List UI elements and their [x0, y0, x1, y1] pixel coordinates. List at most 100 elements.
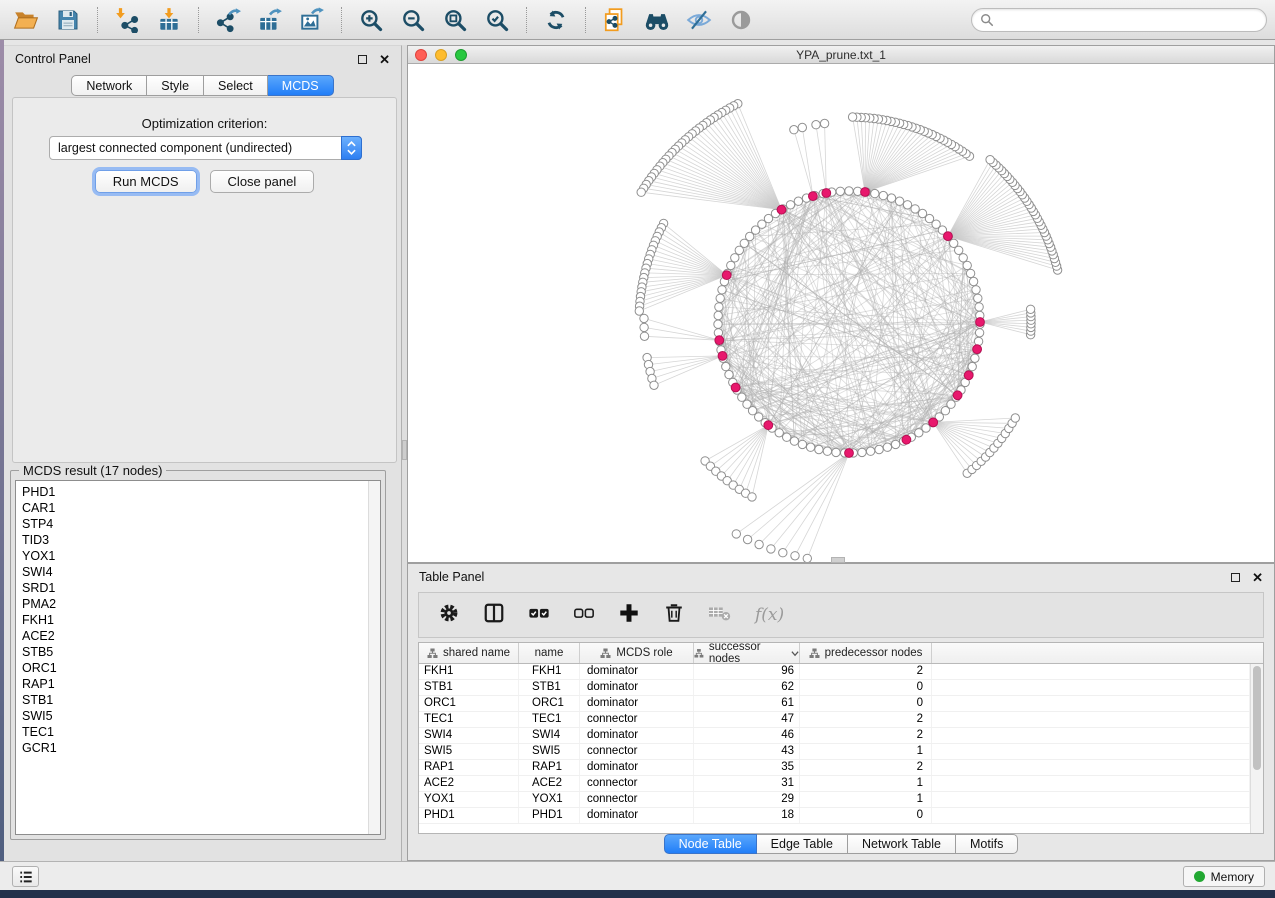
- table-cell-filler: [932, 696, 1250, 711]
- mcds-result-list[interactable]: PHD1CAR1STP4TID3YOX1SWI4SRD1PMA2FKH1ACE2…: [15, 480, 381, 835]
- table-row[interactable]: YOX1YOX1connector291: [419, 792, 1250, 808]
- tab-network[interactable]: Network: [71, 75, 147, 96]
- tab-node-table[interactable]: Node Table: [664, 834, 757, 854]
- zoom-out-button[interactable]: [395, 4, 431, 36]
- maximize-window-button[interactable]: [455, 49, 467, 61]
- control-panel-header: Control Panel ✕: [4, 46, 401, 72]
- memory-status-icon: [1194, 871, 1205, 882]
- network-window-title: YPA_prune.txt_1: [408, 48, 1274, 62]
- export-network-button[interactable]: [210, 4, 246, 36]
- table-row[interactable]: RAP1RAP1dominator352: [419, 760, 1250, 776]
- create-column-button[interactable]: [618, 602, 640, 629]
- network-from-clipboard-button[interactable]: [597, 4, 633, 36]
- table-row[interactable]: ACE2ACE2connector311: [419, 776, 1250, 792]
- export-table-button[interactable]: [252, 4, 288, 36]
- column-header-predecessor-nodes[interactable]: predecessor nodes: [800, 643, 932, 663]
- table-row[interactable]: FKH1FKH1dominator962: [419, 664, 1250, 680]
- table-cell: 96: [694, 664, 800, 679]
- mcds-result-item[interactable]: ACE2: [16, 628, 380, 644]
- table-row[interactable]: STB1STB1dominator620: [419, 680, 1250, 696]
- tab-network-table[interactable]: Network Table: [848, 834, 956, 854]
- network-canvas[interactable]: [408, 64, 1274, 562]
- table-settings-button[interactable]: [438, 602, 460, 629]
- table-cell: YOX1: [519, 792, 580, 807]
- open-file-button[interactable]: [8, 4, 44, 36]
- function-builder-button[interactable]: f(x): [755, 605, 784, 625]
- table-cell: ACE2: [419, 776, 519, 791]
- column-header-shared-name[interactable]: shared name: [419, 643, 519, 663]
- import-network-button[interactable]: [109, 4, 145, 36]
- export-image-button[interactable]: [294, 4, 330, 36]
- zoom-selected-button[interactable]: [479, 4, 515, 36]
- delete-column-button[interactable]: [663, 602, 685, 629]
- mcds-result-item[interactable]: SWI5: [16, 708, 380, 724]
- float-panel-icon[interactable]: [1231, 573, 1240, 582]
- import-table-button[interactable]: [151, 4, 187, 36]
- find-button[interactable]: [639, 4, 675, 36]
- table-row[interactable]: SWI5SWI5connector431: [419, 744, 1250, 760]
- mcds-result-item[interactable]: SWI4: [16, 564, 380, 580]
- table-cell-filler: [932, 760, 1250, 775]
- show-columns-button[interactable]: [483, 602, 505, 629]
- zoom-in-button[interactable]: [353, 4, 389, 36]
- mcds-result-item[interactable]: ORC1: [16, 660, 380, 676]
- tab-style[interactable]: Style: [147, 75, 204, 96]
- dropdown-stepper-icon[interactable]: [341, 136, 362, 160]
- tab-motifs[interactable]: Motifs: [956, 834, 1018, 854]
- zoom-selected-icon: [484, 7, 510, 33]
- close-panel-button[interactable]: Close panel: [210, 170, 315, 193]
- float-panel-icon[interactable]: [358, 55, 367, 64]
- mcds-result-item[interactable]: RAP1: [16, 676, 380, 692]
- network-window-titlebar[interactable]: YPA_prune.txt_1: [408, 46, 1274, 64]
- table-row[interactable]: SWI4SWI4dominator462: [419, 728, 1250, 744]
- mcds-result-item[interactable]: YOX1: [16, 548, 380, 564]
- select-all-columns-button[interactable]: [528, 602, 550, 629]
- scrollbar-thumb[interactable]: [1253, 666, 1261, 770]
- table-row[interactable]: TEC1TEC1connector472: [419, 712, 1250, 728]
- table-cell-filler: [932, 744, 1250, 759]
- run-mcds-button[interactable]: Run MCDS: [95, 170, 197, 193]
- mcds-result-item[interactable]: STB5: [16, 644, 380, 660]
- tab-select[interactable]: Select: [204, 75, 268, 96]
- table-cell: STB1: [519, 680, 580, 695]
- mcds-result-item[interactable]: PMA2: [16, 596, 380, 612]
- table-cell: RAP1: [519, 760, 580, 775]
- table-cell: ORC1: [419, 696, 519, 711]
- table-scrollbar[interactable]: [1250, 664, 1263, 833]
- memory-button[interactable]: Memory: [1183, 866, 1265, 887]
- minimize-window-button[interactable]: [435, 49, 447, 61]
- close-window-button[interactable]: [415, 49, 427, 61]
- deselect-all-columns-button[interactable]: [573, 602, 595, 629]
- zoom-fit-button[interactable]: [437, 4, 473, 36]
- mcds-result-item[interactable]: FKH1: [16, 612, 380, 628]
- mcds-result-item[interactable]: STB1: [16, 692, 380, 708]
- table-row[interactable]: ORC1ORC1dominator610: [419, 696, 1250, 712]
- column-header-mcds-role[interactable]: MCDS role: [580, 643, 694, 663]
- search-input[interactable]: [1000, 13, 1258, 27]
- show-panels-menu-button[interactable]: [12, 866, 39, 887]
- mcds-result-item[interactable]: GCR1: [16, 740, 380, 756]
- show-all-button[interactable]: [723, 4, 759, 36]
- save-session-button[interactable]: [50, 4, 86, 36]
- table-row[interactable]: PHD1PHD1dominator180: [419, 808, 1250, 824]
- trash-icon: [663, 602, 685, 624]
- mcds-result-item[interactable]: TEC1: [16, 724, 380, 740]
- search-box[interactable]: [971, 8, 1267, 32]
- column-header-successor-nodes[interactable]: successor nodes: [694, 643, 800, 663]
- close-panel-icon[interactable]: ✕: [379, 53, 390, 66]
- mcds-result-item[interactable]: SRD1: [16, 580, 380, 596]
- column-header-name[interactable]: name: [519, 643, 580, 663]
- list-scrollbar[interactable]: [368, 481, 380, 834]
- mcds-result-item[interactable]: STP4: [16, 516, 380, 532]
- mcds-result-item[interactable]: CAR1: [16, 500, 380, 516]
- mcds-result-item[interactable]: PHD1: [16, 484, 380, 500]
- mcds-result-item[interactable]: TID3: [16, 532, 380, 548]
- tab-edge-table[interactable]: Edge Table: [757, 834, 848, 854]
- close-panel-icon[interactable]: ✕: [1252, 571, 1263, 584]
- search-icon: [980, 13, 994, 27]
- tab-mcds[interactable]: MCDS: [268, 75, 334, 96]
- refresh-view-button[interactable]: [538, 4, 574, 36]
- hide-selected-button[interactable]: [681, 4, 717, 36]
- criterion-dropdown[interactable]: largest connected component (undirected): [49, 136, 362, 160]
- delete-table-button[interactable]: [708, 602, 732, 629]
